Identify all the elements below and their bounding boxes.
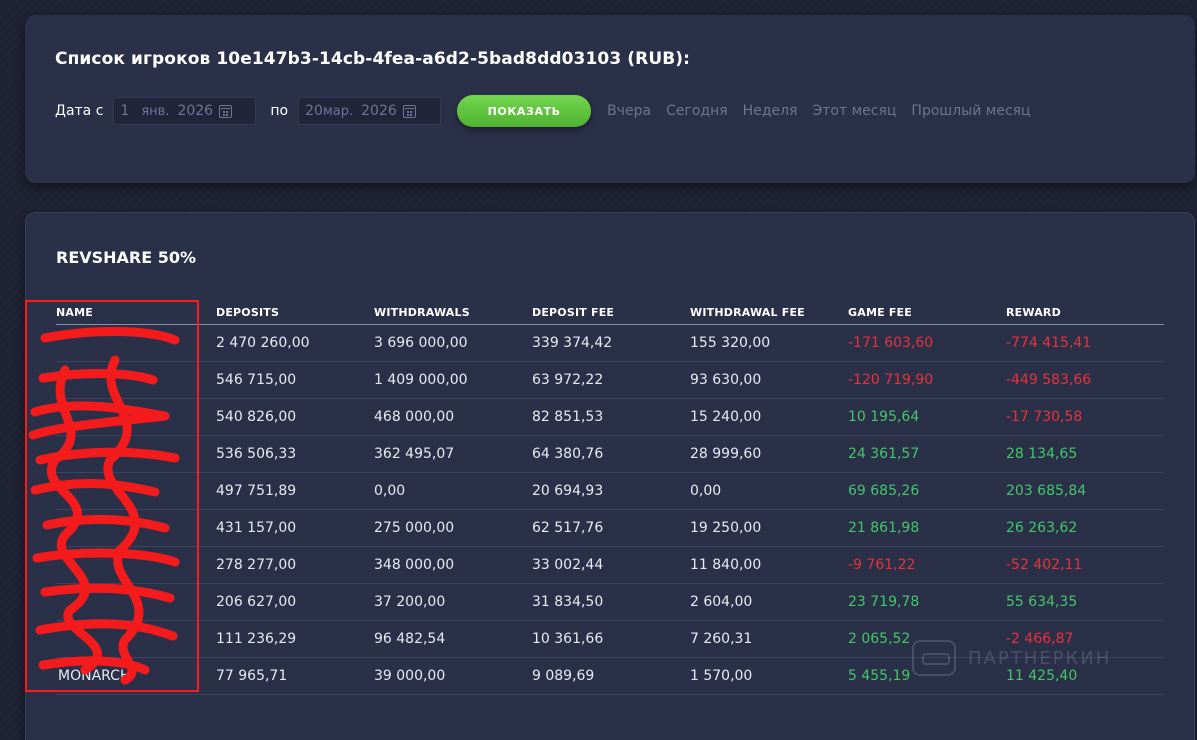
cell-deposit-fee: 9 089,69 bbox=[530, 657, 688, 695]
cell-reward: 55 634,35 bbox=[1004, 583, 1164, 621]
date-from-year: 2026 bbox=[177, 103, 214, 119]
watermark-text: ПАРТНЕРКИН bbox=[968, 647, 1112, 669]
filter-card: Список игроков 10e147b3-14cb-4fea-a6d2-5… bbox=[25, 15, 1195, 183]
cell-deposit-fee: 31 834,50 bbox=[530, 583, 688, 621]
cell-game-fee: 69 685,26 bbox=[846, 472, 1004, 510]
cell-withdrawals: 0,00 bbox=[372, 472, 530, 510]
cell-deposit-fee: 62 517,76 bbox=[530, 509, 688, 547]
cell-deposit-fee: 10 361,66 bbox=[530, 620, 688, 658]
cell-withdrawals: 468 000,00 bbox=[372, 398, 530, 436]
calendar-icon[interactable] bbox=[402, 104, 416, 118]
cell-deposit-fee: 64 380,76 bbox=[530, 435, 688, 473]
cell-withdrawal-fee: 0,00 bbox=[688, 472, 846, 510]
table-header-row: NAME DEPOSITS WITHDRAWALS DEPOSIT FEE WI… bbox=[56, 301, 1164, 325]
cell-withdrawal-fee: 1 570,00 bbox=[688, 657, 846, 695]
cell-deposits: 206 627,00 bbox=[214, 583, 372, 621]
date-to-label: по bbox=[270, 103, 289, 119]
cell-withdrawal-fee: 19 250,00 bbox=[688, 509, 846, 547]
cell-game-fee: 23 719,78 bbox=[846, 583, 1004, 621]
chat-bubble-icon bbox=[912, 640, 956, 676]
cell-deposit-fee: 82 851,53 bbox=[530, 398, 688, 436]
cell-withdrawal-fee: 28 999,60 bbox=[688, 435, 846, 473]
cell-deposits: 2 470 260,00 bbox=[214, 324, 372, 362]
cell-deposits: 540 826,00 bbox=[214, 398, 372, 436]
watermark: ПАРТНЕРКИН bbox=[912, 640, 1111, 676]
cell-game-fee: -171 603,60 bbox=[846, 324, 1004, 362]
cell-deposits: 497 751,89 bbox=[214, 472, 372, 510]
cell-withdrawals: 96 482,54 bbox=[372, 620, 530, 658]
cell-game-fee: 10 195,64 bbox=[846, 398, 1004, 436]
cell-reward: -17 730,58 bbox=[1004, 398, 1164, 436]
table-row[interactable]: 540 826,00 468 000,00 82 851,53 15 240,00 10… bbox=[56, 398, 1164, 436]
cell-deposit-fee: 63 972,22 bbox=[530, 361, 688, 399]
date-from-day: 1 bbox=[120, 103, 130, 119]
cell-deposits: 546 715,00 bbox=[214, 361, 372, 399]
page-title: Список игроков 10e147b3-14cb-4fea-a6d2-5… bbox=[55, 49, 691, 69]
cell-deposits: 278 277,00 bbox=[214, 546, 372, 584]
quick-range-today[interactable]: Сегодня bbox=[666, 103, 728, 119]
column-header-reward[interactable]: REWARD bbox=[1004, 301, 1164, 325]
date-to-input[interactable]: 20 мар. 2026 bbox=[298, 97, 442, 125]
cell-withdrawals: 3 696 000,00 bbox=[372, 324, 530, 362]
cell-game-fee: -9 761,22 bbox=[846, 546, 1004, 584]
cell-withdrawals: 37 200,00 bbox=[372, 583, 530, 621]
cell-reward: -52 402,11 bbox=[1004, 546, 1164, 584]
date-filter-bar: Дата с 1 янв. 2026 по 20 мар. 2026 ПОКАЗ… bbox=[55, 95, 1046, 127]
cell-withdrawal-fee: 2 604,00 bbox=[688, 583, 846, 621]
show-button[interactable]: ПОКАЗАТЬ bbox=[457, 95, 592, 127]
players-table: NAME DEPOSITS WITHDRAWALS DEPOSIT FEE WI… bbox=[56, 301, 1164, 695]
cell-withdrawal-fee: 15 240,00 bbox=[688, 398, 846, 436]
column-header-withdrawals[interactable]: WITHDRAWALS bbox=[372, 301, 530, 325]
cell-game-fee: -120 719,90 bbox=[846, 361, 1004, 399]
date-from-input[interactable]: 1 янв. 2026 bbox=[113, 97, 257, 125]
table-row[interactable]: 536 506,33 362 495,07 64 380,76 28 999,60 24… bbox=[56, 435, 1164, 473]
table-row[interactable]: 431 157,00 275 000,00 62 517,76 19 250,00 21… bbox=[56, 509, 1164, 547]
column-header-deposit-fee[interactable]: DEPOSIT FEE bbox=[530, 301, 688, 325]
table-row[interactable]: 2 470 260,00 3 696 000,00 339 374,42 155 32… bbox=[56, 324, 1164, 362]
cell-game-fee: 21 861,98 bbox=[846, 509, 1004, 547]
calendar-icon[interactable] bbox=[219, 104, 233, 118]
quick-range-week[interactable]: Неделя bbox=[743, 103, 798, 119]
cell-reward: -774 415,41 bbox=[1004, 324, 1164, 362]
cell-deposit-fee: 339 374,42 bbox=[530, 324, 688, 362]
table-row[interactable]: 497 751,89 0,00 20 694,93 0,00 69 685,26 203 … bbox=[56, 472, 1164, 510]
cell-game-fee: 24 361,57 bbox=[846, 435, 1004, 473]
redaction-scribble bbox=[28, 327, 180, 685]
cell-reward: 28 134,65 bbox=[1004, 435, 1164, 473]
cell-deposits: 111 236,29 bbox=[214, 620, 372, 658]
table-row[interactable]: 546 715,00 1 409 000,00 63 972,22 93 630,00… bbox=[56, 361, 1164, 399]
quick-range-yesterday[interactable]: Вчера bbox=[607, 103, 651, 119]
cell-withdrawals: 39 000,00 bbox=[372, 657, 530, 695]
cell-withdrawal-fee: 7 260,31 bbox=[688, 620, 846, 658]
cell-deposits: 77 965,71 bbox=[214, 657, 372, 695]
cell-deposits: 431 157,00 bbox=[214, 509, 372, 547]
cell-withdrawal-fee: 155 320,00 bbox=[688, 324, 846, 362]
date-to-day: 20 bbox=[305, 103, 323, 119]
report-title: REVSHARE 50% bbox=[56, 248, 197, 267]
date-to-year: 2026 bbox=[361, 103, 397, 119]
cell-reward: 203 685,84 bbox=[1004, 472, 1164, 510]
date-from-month: янв. bbox=[141, 103, 170, 119]
cell-withdrawals: 275 000,00 bbox=[372, 509, 530, 547]
cell-withdrawals: 362 495,07 bbox=[372, 435, 530, 473]
column-header-deposits[interactable]: DEPOSITS bbox=[214, 301, 372, 325]
cell-reward: 26 263,62 bbox=[1004, 509, 1164, 547]
cell-deposit-fee: 33 002,44 bbox=[530, 546, 688, 584]
column-header-withdrawal-fee[interactable]: WITHDRAWAL FEE bbox=[688, 301, 846, 325]
cell-withdrawal-fee: 93 630,00 bbox=[688, 361, 846, 399]
quick-range-last-month[interactable]: Прошлый месяц bbox=[911, 103, 1030, 119]
cell-withdrawals: 1 409 000,00 bbox=[372, 361, 530, 399]
quick-range-this-month[interactable]: Этот месяц bbox=[812, 103, 896, 119]
table-row[interactable]: 278 277,00 348 000,00 33 002,44 11 840,00 -9… bbox=[56, 546, 1164, 584]
cell-reward: -449 583,66 bbox=[1004, 361, 1164, 399]
cell-deposit-fee: 20 694,93 bbox=[530, 472, 688, 510]
cell-withdrawals: 348 000,00 bbox=[372, 546, 530, 584]
date-to-month: мар. bbox=[322, 103, 354, 119]
date-from-label: Дата с bbox=[55, 103, 104, 119]
column-header-game-fee[interactable]: GAME FEE bbox=[846, 301, 1004, 325]
cell-deposits: 536 506,33 bbox=[214, 435, 372, 473]
cell-withdrawal-fee: 11 840,00 bbox=[688, 546, 846, 584]
table-row[interactable]: 206 627,00 37 200,00 31 834,50 2 604,00 23 7… bbox=[56, 583, 1164, 621]
